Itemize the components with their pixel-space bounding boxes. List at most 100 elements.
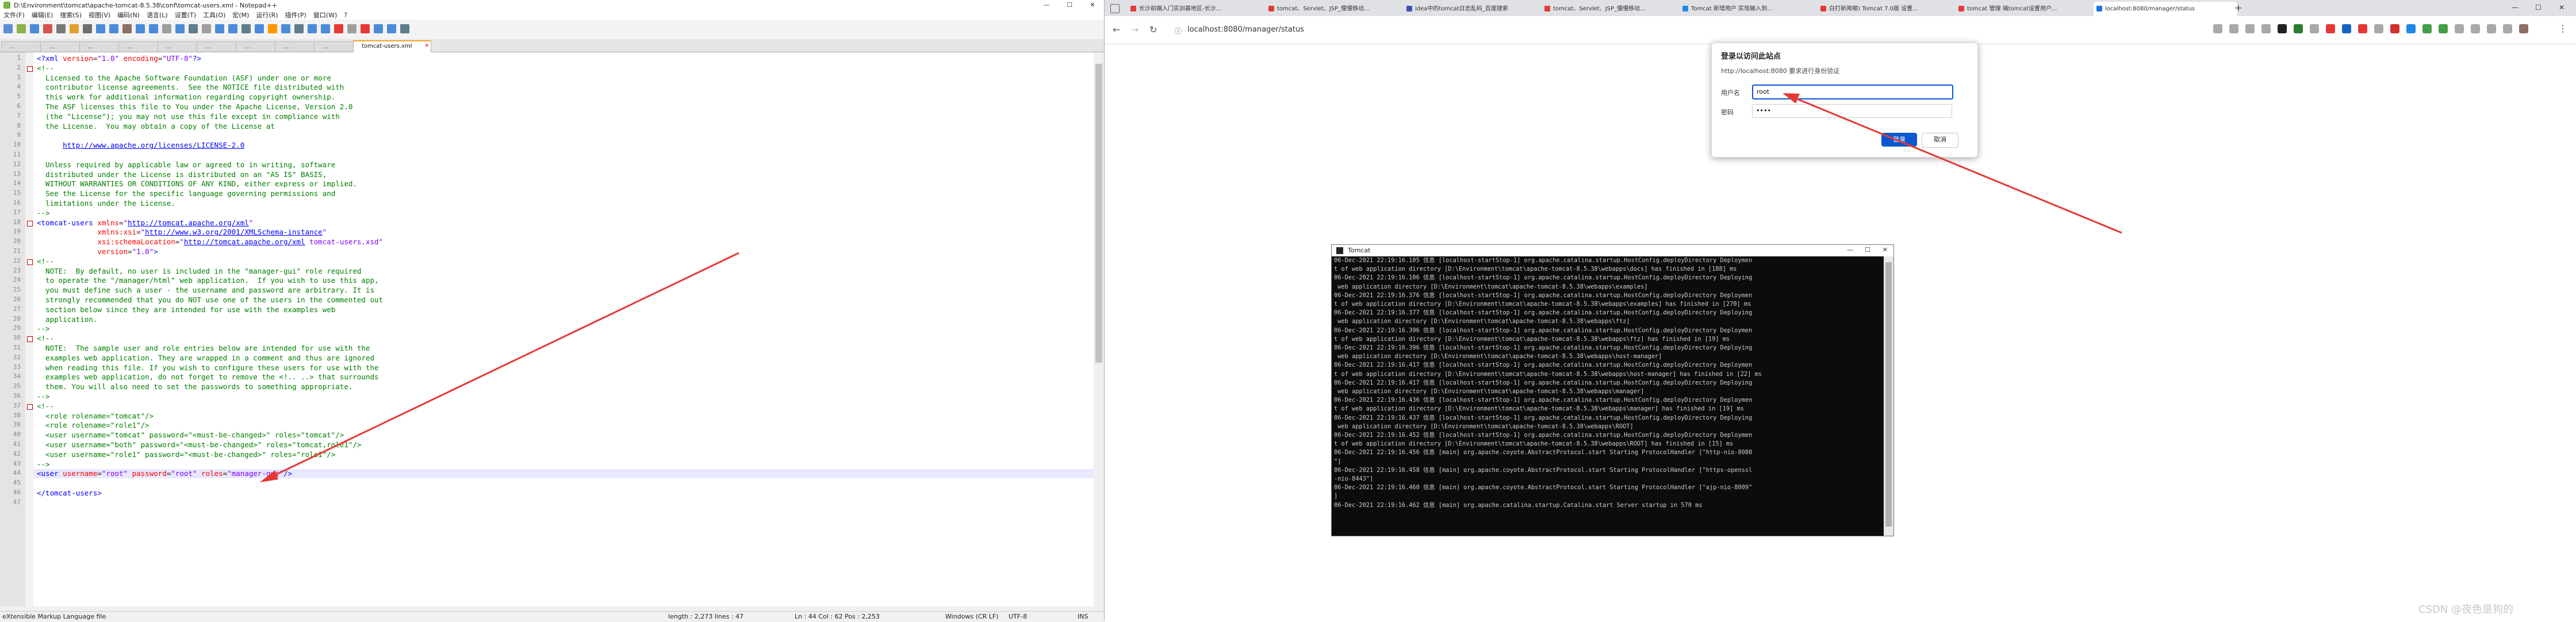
toolbar-button-icon[interactable] xyxy=(347,24,356,33)
menu-item[interactable]: 语言(L) xyxy=(147,10,168,20)
extension-icon[interactable] xyxy=(2310,24,2319,33)
toolbar-button-icon[interactable] xyxy=(189,24,198,33)
toolbar-button-icon[interactable] xyxy=(56,24,66,33)
forward-icon[interactable]: → xyxy=(1131,24,1138,35)
toolbar-button-icon[interactable] xyxy=(30,24,39,33)
toolbar-button-icon[interactable] xyxy=(334,24,343,33)
toolbar-button-icon[interactable] xyxy=(149,24,158,33)
toolbar-button-icon[interactable] xyxy=(215,24,224,33)
extension-icon[interactable] xyxy=(2245,24,2255,33)
fold-toggle-icon[interactable] xyxy=(27,220,33,226)
menu-item[interactable]: 宏(M) xyxy=(232,10,249,20)
console-scrollbar[interactable] xyxy=(1884,256,1893,536)
extension-icon[interactable] xyxy=(2471,24,2480,33)
browser-tab[interactable]: tomcat 管理 端tomcat设置用户... xyxy=(1956,2,2099,16)
minimize-icon[interactable]: — xyxy=(2512,3,2518,11)
menu-item[interactable]: 编辑(E) xyxy=(32,10,53,20)
extension-icon[interactable] xyxy=(2503,24,2512,33)
extension-icon[interactable] xyxy=(2487,24,2496,33)
extension-icon[interactable] xyxy=(2326,24,2335,33)
file-tab[interactable]: ...✕ xyxy=(275,41,320,52)
file-tab[interactable]: ...✕ xyxy=(79,41,124,52)
scrollbar-thumb[interactable] xyxy=(1885,262,1892,527)
code-editor[interactable]: 1 2 3 4 5 6 7 8 9 10 11 12 13 14 15 16 17 18 19 20 21 22 23 24 2… xyxy=(0,52,1094,606)
toolbar-button-icon[interactable] xyxy=(228,24,237,33)
extension-icon[interactable] xyxy=(2390,24,2399,33)
close-icon[interactable]: ✕ xyxy=(1883,246,1888,254)
toolbar-button-icon[interactable] xyxy=(70,24,79,33)
browser-tab[interactable]: tomcat、Servlet、JSP_慢慢移动... xyxy=(1542,2,1685,16)
extension-icon[interactable] xyxy=(2439,24,2448,33)
menu-item[interactable]: 工具(O) xyxy=(203,10,225,20)
file-tab[interactable]: tomcat-users.xml ✕ xyxy=(353,40,431,53)
file-tab[interactable]: ...✕ xyxy=(118,41,163,52)
menu-item[interactable]: 运行(R) xyxy=(256,10,278,20)
maximize-icon[interactable]: ☐ xyxy=(2535,3,2542,11)
menu-item[interactable]: 视图(V) xyxy=(89,10,110,20)
menu-item[interactable]: 插件(P) xyxy=(285,10,306,20)
toolbar-button-icon[interactable] xyxy=(321,24,330,33)
minimize-icon[interactable]: — xyxy=(1847,246,1853,254)
toolbar-button-icon[interactable] xyxy=(17,24,26,33)
file-tab[interactable]: ...✕ xyxy=(40,41,85,52)
file-tab[interactable]: ...✕ xyxy=(197,41,241,52)
new-tab-icon[interactable]: + xyxy=(2234,2,2242,13)
browser-tab[interactable]: 长沙前端入门实训基地区-长沙... xyxy=(1128,2,1271,16)
extension-icon[interactable] xyxy=(2406,24,2416,33)
editor-scrollbar[interactable] xyxy=(1094,52,1104,606)
fold-toggle-icon[interactable] xyxy=(27,66,33,72)
toolbar-button-icon[interactable] xyxy=(308,24,317,33)
close-icon[interactable]: ✕ xyxy=(2559,3,2564,11)
maximize-icon[interactable]: ☐ xyxy=(1058,0,1081,10)
extension-icon[interactable] xyxy=(2519,24,2528,33)
password-field[interactable]: •••• xyxy=(1752,104,1952,118)
back-icon[interactable]: ← xyxy=(1113,24,1120,35)
toolbar-button-icon[interactable] xyxy=(255,24,264,33)
browser-tab[interactable]: Tomcat 新增用户 实现输入到... xyxy=(1680,2,1823,16)
cancel-button[interactable]: 取消 xyxy=(1922,133,1958,148)
browser-tab[interactable]: 白打新闻哪) Tomcat 7.0版 设置... xyxy=(1818,2,1961,16)
reload-icon[interactable]: ↻ xyxy=(1149,24,1157,35)
toolbar-button-icon[interactable] xyxy=(387,24,396,33)
file-tab[interactable]: ...✕ xyxy=(1,41,46,52)
toolbar-button-icon[interactable] xyxy=(162,24,171,33)
browser-menu-icon[interactable]: ⋮ xyxy=(2558,23,2567,34)
menu-item[interactable]: 搜索(S) xyxy=(60,10,82,20)
menu-item[interactable]: 设置(T) xyxy=(175,10,196,20)
toolbar-button-icon[interactable] xyxy=(294,24,304,33)
address-bar[interactable]: ⓘ localhost:8080/manager/status xyxy=(1168,21,2030,39)
toolbar-button-icon[interactable] xyxy=(136,24,145,33)
username-field[interactable]: root xyxy=(1752,85,1953,99)
menu-item[interactable]: 文件(F) xyxy=(3,10,25,20)
menu-item[interactable]: 窗口(W) xyxy=(313,10,337,20)
toolbar-button-icon[interactable] xyxy=(202,24,211,33)
toolbar-button-icon[interactable] xyxy=(83,24,92,33)
menu-item[interactable]: ? xyxy=(344,11,347,19)
extension-icon[interactable] xyxy=(2213,24,2222,33)
toolbar-button-icon[interactable] xyxy=(374,24,383,33)
file-tab[interactable]: ...✕ xyxy=(158,41,202,52)
browser-tab[interactable]: tomcat、Servlet、JSP_慢慢移动... xyxy=(1266,2,1409,16)
extension-icon[interactable] xyxy=(2229,24,2238,33)
menu-item[interactable]: 编码(N) xyxy=(117,10,140,20)
extension-icon[interactable] xyxy=(2261,24,2271,33)
toolbar-button-icon[interactable] xyxy=(109,24,118,33)
browser-tab[interactable]: localhost:8080/manager/status xyxy=(2094,2,2237,16)
toolbar-button-icon[interactable] xyxy=(122,24,132,33)
toolbar-button-icon[interactable] xyxy=(281,24,290,33)
toolbar-button-icon[interactable] xyxy=(400,24,409,33)
browser-tab[interactable]: idea中的tomcat日志乱码_百度搜索 xyxy=(1404,2,1547,16)
scrollbar-thumb[interactable] xyxy=(1095,64,1102,363)
extension-icon[interactable] xyxy=(2294,24,2303,33)
fold-toggle-icon[interactable] xyxy=(27,336,33,343)
extension-icon[interactable] xyxy=(2374,24,2383,33)
file-tab[interactable]: ...✕ xyxy=(236,41,281,52)
toolbar-button-icon[interactable] xyxy=(268,24,277,33)
toolbar-button-icon[interactable] xyxy=(96,24,105,33)
extension-icon[interactable] xyxy=(2455,24,2464,33)
toolbar-button-icon[interactable] xyxy=(43,24,52,33)
window-menu-icon[interactable] xyxy=(1110,4,1120,13)
extension-icon[interactable] xyxy=(2342,24,2351,33)
extension-icon[interactable] xyxy=(2278,24,2287,33)
toolbar-button-icon[interactable] xyxy=(361,24,370,33)
